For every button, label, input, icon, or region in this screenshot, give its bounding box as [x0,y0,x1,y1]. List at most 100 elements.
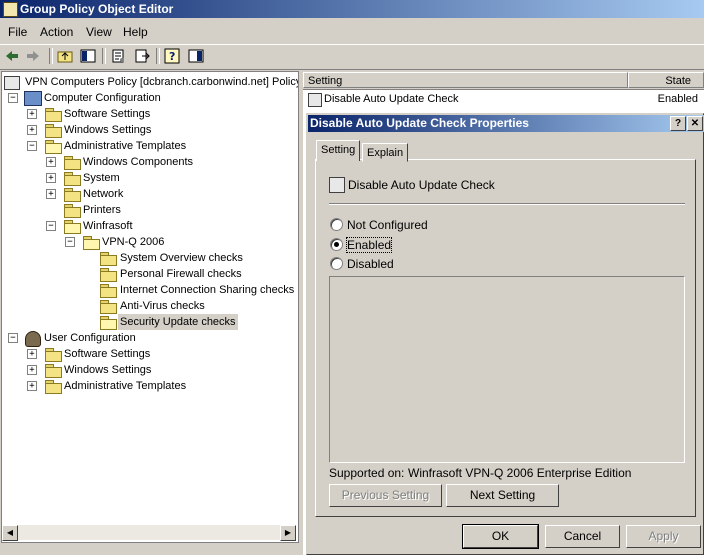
expand-icon[interactable]: + [27,109,37,119]
folder-open-icon [100,316,117,330]
forward-arrow-icon[interactable] [25,48,43,64]
folder-icon [100,284,117,298]
previous-setting-button[interactable]: Previous Setting [329,484,442,507]
expand-icon[interactable]: + [46,157,56,167]
folder-open-icon [45,140,62,154]
menu-file[interactable]: File [8,25,27,39]
tree-label: User Configuration [44,332,136,344]
scroll-right-icon[interactable]: ▶ [280,525,296,541]
folder-icon [45,348,62,362]
computer-icon [24,91,42,106]
menu-view[interactable]: View [86,25,112,39]
collapse-icon[interactable]: − [8,333,18,343]
properties-icon[interactable] [110,48,128,64]
folder-icon [100,268,117,282]
radio-disabled-label[interactable]: Disabled [347,257,394,271]
folder-icon [64,156,81,170]
radio-disabled[interactable] [330,257,343,270]
tree-label: VPN-Q 2006 [102,236,165,248]
list-row[interactable]: Disable Auto Update Check Enabled [303,90,704,108]
toolbar-separator [49,48,53,64]
pane-splitter[interactable] [299,71,302,555]
scroll-left-icon[interactable]: ◀ [2,525,18,541]
show-hide-tree-icon[interactable] [80,48,98,64]
column-header-state-label: State [665,75,691,87]
toolbar: ? [0,44,704,70]
radio-not-configured-label[interactable]: Not Configured [347,218,428,232]
tree-label: Software Settings [64,108,151,120]
tree-root-label: VPN Computers Policy [dcbranch.carbonwin… [25,76,299,88]
expand-icon[interactable]: + [27,125,37,135]
gpo-editor-icon [3,2,18,17]
radio-not-configured[interactable] [330,218,343,231]
setting-name-label: Disable Auto Update Check [348,178,495,192]
tree-label: Windows Settings [64,364,152,376]
supported-on-value: Winfrasoft VPN-Q 2006 Enterprise Edition [408,466,632,480]
column-header-state[interactable]: State [628,72,704,88]
folder-icon [100,252,117,266]
tree-label: Windows Settings [64,124,152,136]
menu-action[interactable]: Action [40,25,73,39]
collapse-icon[interactable]: − [27,141,37,151]
tree-label: Printers [83,204,121,216]
user-icon [25,331,41,347]
tree-label: System Overview checks [120,252,243,264]
cancel-button[interactable]: Cancel [545,525,620,548]
folder-icon [45,380,62,394]
help-button[interactable]: ? [670,116,686,131]
expand-icon[interactable]: + [27,381,37,391]
help-icon[interactable]: ? [164,48,182,64]
collapse-icon[interactable]: − [46,221,56,231]
expand-icon[interactable]: + [27,365,37,375]
folder-icon [64,204,81,218]
window-titlebar: Group Policy Object Editor [0,0,704,18]
folder-open-icon [83,236,100,250]
tree-label: Administrative Templates [64,380,187,392]
folder-icon [64,188,81,202]
horizontal-scrollbar[interactable]: ◀ ▶ [2,525,296,541]
list-row-setting: Disable Auto Update Check [324,93,459,105]
apply-button[interactable]: Apply [626,525,701,548]
menu-help[interactable]: Help [123,25,148,39]
toolbar-separator [102,48,106,64]
show-hide-action-pane-icon[interactable] [188,48,206,64]
supported-on-label: Supported on: [329,466,405,480]
tree-label-selected: Security Update checks [118,314,238,330]
expand-icon[interactable]: + [27,349,37,359]
close-button[interactable]: ✕ [687,116,703,131]
list-row-state: Enabled [657,93,698,105]
options-area [329,276,685,463]
next-setting-button[interactable]: Next Setting [446,484,559,507]
tree-label: Personal Firewall checks [120,268,242,280]
tree-label: Administrative Templates [64,140,187,152]
tab-explain[interactable]: Explain [362,143,409,162]
dialog-titlebar: Disable Auto Update Check Properties ? ✕ [308,115,704,132]
ok-button[interactable]: OK [462,524,539,549]
toolbar-separator [156,48,160,64]
collapse-icon[interactable]: − [65,237,75,247]
radio-enabled-label[interactable]: Enabled [345,237,393,253]
svg-text:?: ? [169,50,175,63]
radio-enabled[interactable] [330,238,343,251]
policy-setting-icon [329,177,345,193]
tree-label: Computer Configuration [44,92,161,104]
tab-setting[interactable]: Setting [316,140,361,161]
column-header-setting[interactable]: Setting [303,72,628,88]
collapse-icon[interactable]: − [8,93,18,103]
tree-label: Network [83,188,124,200]
list-header: Setting State [303,72,704,90]
divider [329,203,685,205]
folder-open-icon [64,220,81,234]
policy-setting-icon [308,93,322,107]
folder-icon [45,108,62,122]
expand-icon[interactable]: + [46,173,56,183]
console-tree[interactable]: VPN Computers Policy [dcbranch.carbonwin… [1,71,299,543]
up-folder-icon[interactable] [57,48,75,64]
export-list-icon[interactable] [134,48,152,64]
expand-icon[interactable]: + [46,189,56,199]
dialog-title: Disable Auto Update Check Properties [310,116,529,130]
tree-label: Internet Connection Sharing checks [120,284,295,296]
window-title: Group Policy Object Editor [20,2,174,16]
menu-bar: File Action View Help [0,22,704,42]
back-arrow-icon[interactable] [4,48,22,64]
